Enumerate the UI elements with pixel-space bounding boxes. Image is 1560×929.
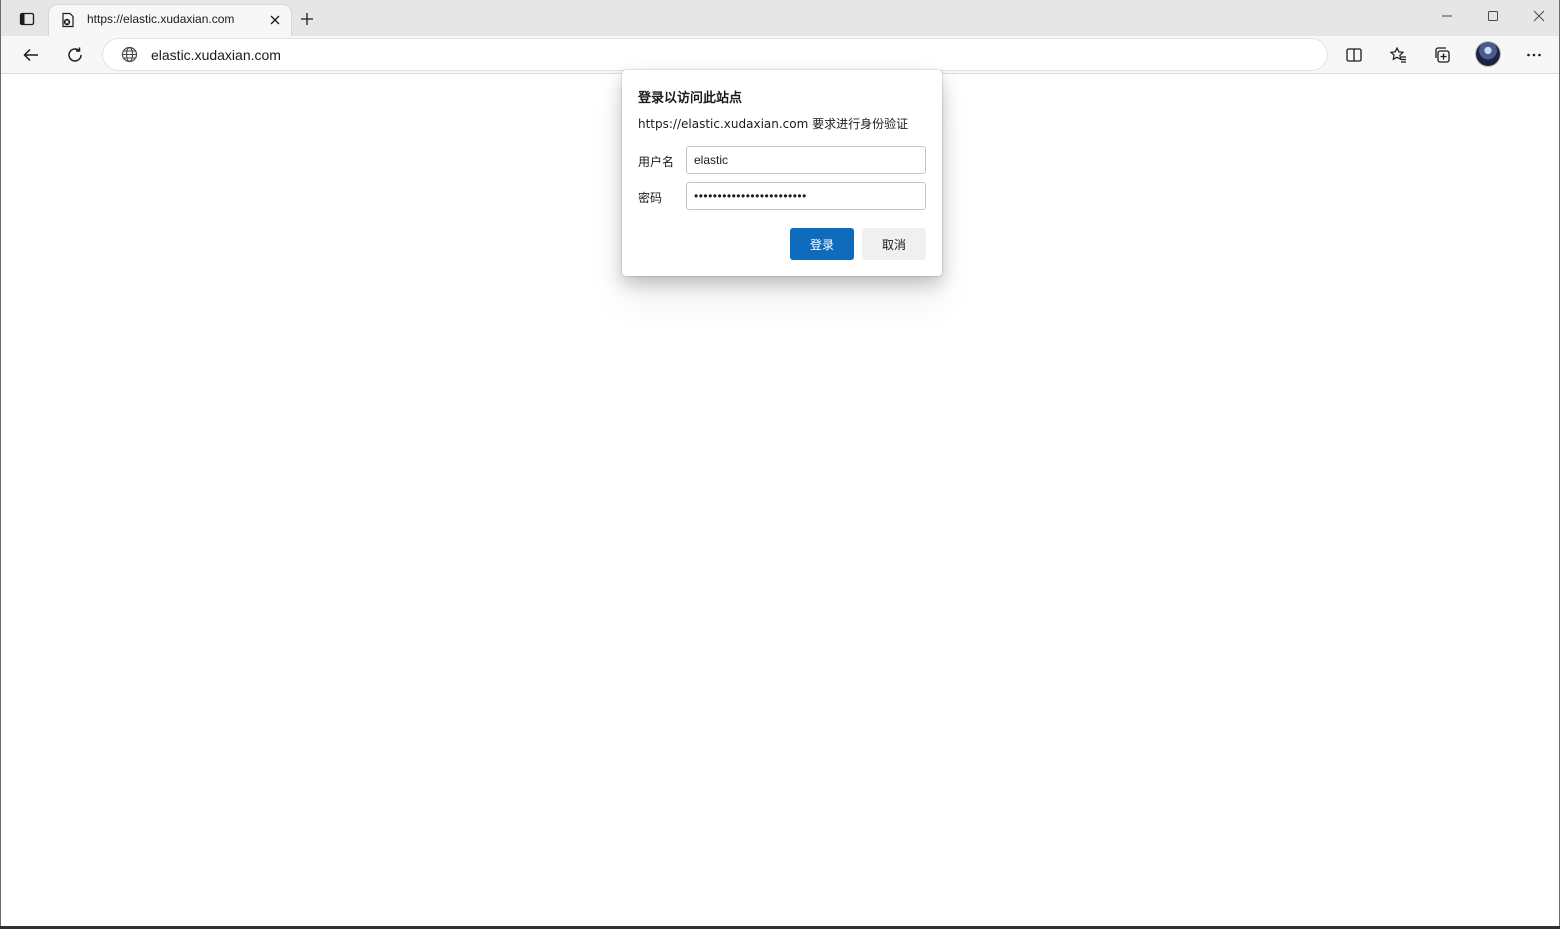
- collections-button[interactable]: [1427, 40, 1457, 70]
- username-field[interactable]: [686, 146, 926, 174]
- cancel-button[interactable]: 取消: [862, 228, 926, 260]
- refresh-icon: [68, 47, 82, 62]
- tab-close-button[interactable]: [265, 10, 285, 30]
- dialog-title: 登录以访问此站点: [638, 91, 743, 106]
- dialog-description: https://elastic.xudaxian.com 要求进行身份验证: [638, 117, 909, 131]
- toolbar: [1, 36, 1559, 74]
- tab-actions-icon: [19, 12, 35, 26]
- profile-avatar[interactable]: [1476, 42, 1500, 66]
- back-button[interactable]: [16, 40, 46, 70]
- maximize-button[interactable]: [1478, 3, 1508, 29]
- title-bar: https://elastic.xudaxian.com: [1, 0, 1559, 36]
- maximize-icon: [1488, 11, 1498, 21]
- window-close-button[interactable]: [1524, 3, 1554, 29]
- favorites-button[interactable]: [1383, 40, 1413, 70]
- globe-icon[interactable]: [121, 46, 138, 63]
- auth-dialog: 登录以访问此站点 https://elastic.xudaxian.com 要求…: [622, 70, 942, 276]
- sign-in-button[interactable]: 登录: [790, 228, 854, 260]
- close-icon: [1533, 10, 1545, 22]
- browser-tab[interactable]: https://elastic.xudaxian.com: [49, 5, 291, 36]
- refresh-button[interactable]: [60, 40, 90, 70]
- split-screen-button[interactable]: [1339, 40, 1369, 70]
- tab-actions-button[interactable]: [13, 6, 41, 32]
- address-input[interactable]: [151, 39, 1251, 70]
- collections-icon: [1435, 47, 1450, 63]
- minimize-button[interactable]: [1432, 3, 1462, 29]
- back-arrow-icon: [23, 48, 38, 62]
- tab-title: https://elastic.xudaxian.com: [87, 12, 235, 26]
- plus-icon: [301, 13, 313, 25]
- password-label: 密码: [638, 191, 663, 205]
- close-icon: [270, 15, 280, 25]
- new-tab-button[interactable]: [295, 7, 319, 31]
- minimize-icon: [1442, 15, 1452, 17]
- username-label: 用户名: [638, 155, 675, 169]
- more-icon: [1527, 53, 1541, 57]
- password-field[interactable]: [686, 182, 926, 210]
- split-screen-icon: [1346, 48, 1362, 62]
- browser-window: https://elastic.xudaxian.com elastic.xud…: [0, 0, 1560, 926]
- more-button[interactable]: [1519, 40, 1549, 70]
- site-favicon-icon: [60, 12, 76, 28]
- address-bar[interactable]: [103, 39, 1327, 70]
- favorites-icon: [1389, 46, 1406, 63]
